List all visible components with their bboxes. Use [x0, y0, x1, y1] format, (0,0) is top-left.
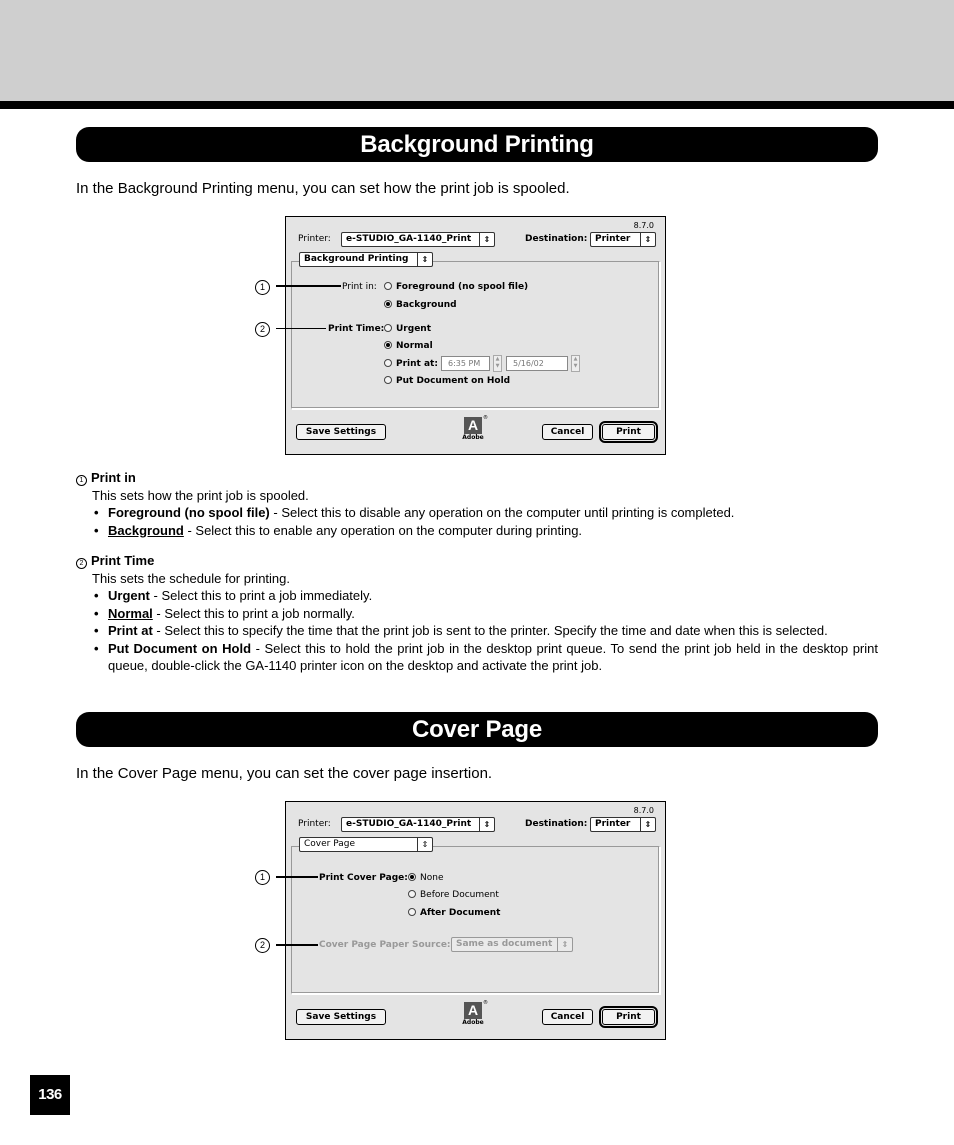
- callout-number: 1: [76, 475, 87, 486]
- list-item: Background - Select this to enable any o…: [92, 522, 878, 540]
- options-groupbox: [291, 846, 660, 994]
- radio-foreground[interactable]: Foreground (no spool file): [384, 282, 528, 292]
- cover-source-value: Same as document: [456, 939, 553, 949]
- callout-leader: [276, 876, 318, 878]
- destination-select-value: Printer: [595, 234, 631, 244]
- callout-leader: [276, 328, 326, 329]
- list-item: Urgent - Select this to print a job imme…: [92, 587, 878, 605]
- updown-arrows-icon: ⇕: [640, 818, 655, 831]
- print-time-label: Print Time:: [328, 324, 385, 334]
- list-item: Put Document on Hold - Select this to ho…: [92, 640, 878, 675]
- radio-print-at[interactable]: Print at:: [384, 359, 438, 369]
- radio-background[interactable]: Background: [384, 300, 457, 310]
- header-rule: [0, 101, 954, 109]
- updown-arrows-icon: ⇕: [640, 233, 655, 246]
- panel-menu-select[interactable]: Background Printing ⇕: [299, 252, 433, 267]
- destination-select[interactable]: Printer ⇕: [590, 232, 656, 247]
- radio-urgent[interactable]: Urgent: [384, 324, 431, 334]
- adobe-a-icon: A: [464, 1002, 482, 1019]
- cancel-button[interactable]: Cancel: [542, 1009, 593, 1025]
- updown-arrows-icon: ⇕: [479, 233, 494, 246]
- callout-2: 2: [255, 938, 270, 953]
- callout-1: 1: [255, 870, 270, 885]
- printer-select[interactable]: e-STUDIO_GA-1140_Print ⇕: [341, 232, 495, 247]
- panel-menu-value: Cover Page: [304, 839, 356, 849]
- radio-before-document[interactable]: Before Document: [408, 890, 499, 900]
- section-intro: In the Cover Page menu, you can set the …: [76, 765, 493, 782]
- version-label: 8.7.0: [633, 221, 654, 230]
- list-item: Foreground (no spool file) - Select this…: [92, 504, 878, 522]
- print-in-label: Print in:: [342, 282, 377, 292]
- radio-on-icon: [408, 873, 416, 881]
- callout-1: 1: [255, 280, 270, 295]
- section-intro: In the Background Printing menu, you can…: [76, 180, 570, 197]
- destination-select[interactable]: Printer ⇕: [590, 817, 656, 832]
- radio-normal[interactable]: Normal: [384, 341, 433, 351]
- page-header-band: [0, 0, 954, 101]
- description-print-time: 2 Print Time This sets the schedule for p…: [76, 552, 878, 675]
- radio-on-icon: [384, 300, 392, 308]
- printer-select-value: e-STUDIO_GA-1140_Print: [346, 234, 472, 244]
- callout-leader: [276, 944, 318, 946]
- version-label: 8.7.0: [633, 806, 654, 815]
- date-field[interactable]: 5/16/02: [506, 356, 568, 371]
- callout-2: 2: [255, 322, 270, 337]
- time-field[interactable]: 6:35 PM: [441, 356, 490, 371]
- print-button[interactable]: Print: [599, 1006, 658, 1028]
- section-title-cover-page: Cover Page: [76, 712, 878, 747]
- cover-source-label: Cover Page Paper Source:: [319, 940, 451, 950]
- destination-label: Destination:: [525, 819, 588, 829]
- print-button[interactable]: Print: [599, 421, 658, 443]
- radio-off-icon: [384, 282, 392, 290]
- time-stepper[interactable]: ▲ ▼: [493, 355, 502, 372]
- adobe-a-icon: A: [464, 417, 482, 434]
- adobe-logo: A Adobe ®: [462, 415, 488, 441]
- radio-put-on-hold[interactable]: Put Document on Hold: [384, 376, 510, 386]
- page-number: 136: [30, 1075, 70, 1115]
- printer-select[interactable]: e-STUDIO_GA-1140_Print ⇕: [341, 817, 495, 832]
- radio-off-icon: [408, 890, 416, 898]
- updown-arrows-icon: ⇕: [557, 938, 572, 951]
- radio-after-document[interactable]: After Document: [408, 908, 500, 918]
- radio-on-icon: [384, 341, 392, 349]
- print-dialog-background-printing: 8.7.0 Printer: e-STUDIO_GA-1140_Print ⇕ …: [285, 216, 666, 455]
- updown-arrows-icon: ⇕: [479, 818, 494, 831]
- callout-leader: [276, 285, 341, 287]
- radio-off-icon: [384, 376, 392, 384]
- cancel-button[interactable]: Cancel: [542, 424, 593, 440]
- section-title-background-printing: Background Printing: [76, 127, 878, 162]
- cover-source-select[interactable]: Same as document ⇕: [451, 937, 573, 952]
- print-cover-page-label: Print Cover Page:: [319, 873, 408, 883]
- list-item: Print at - Select this to specify the ti…: [92, 622, 878, 640]
- radio-none[interactable]: None: [408, 873, 443, 883]
- adobe-logo: A Adobe ®: [462, 1000, 488, 1026]
- print-dialog-cover-page: 8.7.0 Printer: e-STUDIO_GA-1140_Print ⇕ …: [285, 801, 666, 1040]
- destination-select-value: Printer: [595, 819, 631, 829]
- radio-off-icon: [408, 908, 416, 916]
- description-print-in: 1 Print in This sets how the print job is…: [76, 469, 878, 539]
- save-settings-button[interactable]: Save Settings: [296, 424, 386, 440]
- panel-menu-select[interactable]: Cover Page ⇕: [299, 837, 433, 852]
- callout-number: 2: [76, 558, 87, 569]
- updown-arrows-icon: ⇕: [417, 253, 432, 266]
- save-settings-button[interactable]: Save Settings: [296, 1009, 386, 1025]
- list-item: Normal - Select this to print a job norm…: [92, 605, 878, 623]
- printer-select-value: e-STUDIO_GA-1140_Print: [346, 819, 472, 829]
- updown-arrows-icon: ⇕: [417, 838, 432, 851]
- printer-label: Printer:: [298, 819, 331, 829]
- radio-off-icon: [384, 359, 392, 367]
- panel-menu-value: Background Printing: [304, 254, 409, 264]
- date-stepper[interactable]: ▲ ▼: [571, 355, 580, 372]
- printer-label: Printer:: [298, 234, 331, 244]
- destination-label: Destination:: [525, 234, 588, 244]
- radio-off-icon: [384, 324, 392, 332]
